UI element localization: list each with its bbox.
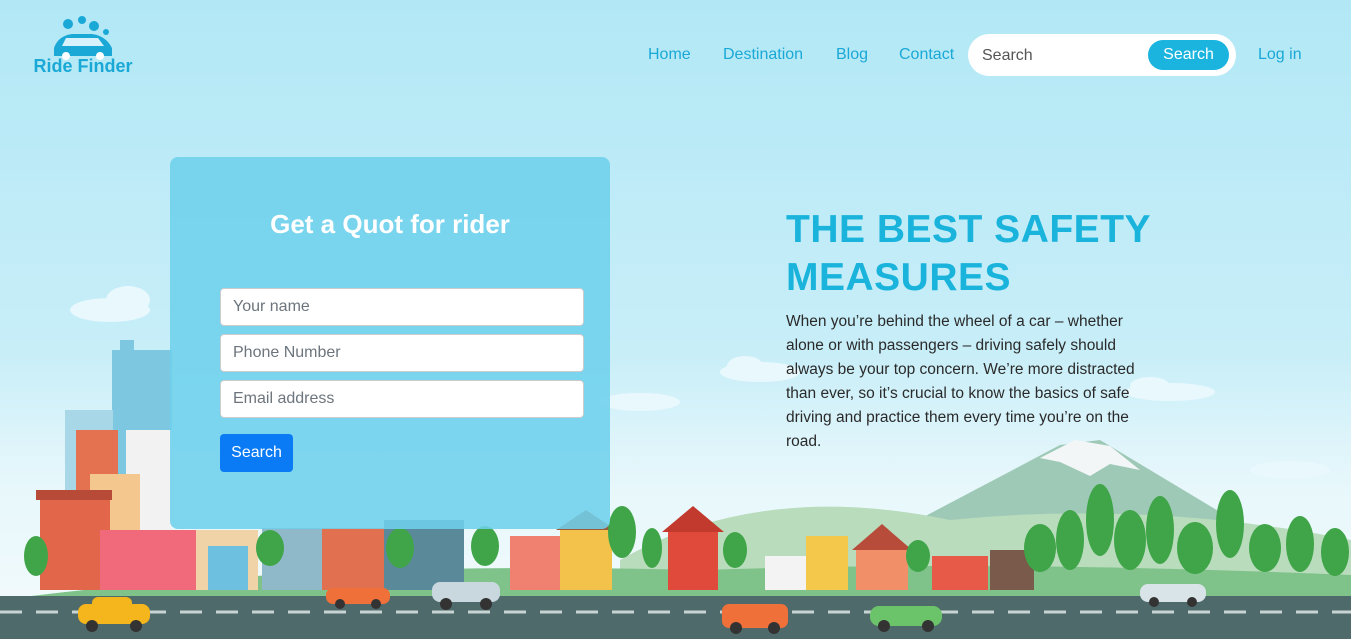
name-field[interactable] — [220, 288, 584, 326]
road — [0, 596, 1351, 639]
nav-blog[interactable]: Blog — [836, 46, 868, 64]
nav-contact[interactable]: Contact — [899, 46, 954, 64]
hero-title: THE BEST SAFETY MEASURES — [786, 208, 1151, 299]
nav-home[interactable]: Home — [648, 46, 691, 64]
brand-name: Ride Finder — [33, 56, 133, 76]
search-button[interactable]: Search — [1148, 40, 1229, 70]
nav-destination[interactable]: Destination — [723, 46, 803, 64]
login-link[interactable]: Log in — [1258, 46, 1302, 64]
brand-logo[interactable]: Ride Finder — [28, 14, 138, 77]
phone-field[interactable] — [220, 334, 584, 372]
quote-search-button[interactable]: Search — [220, 434, 293, 472]
search-bar: Search — [970, 36, 1234, 74]
hero-description: When you’re behind the wheel of a car – … — [786, 313, 1135, 450]
email-field[interactable] — [220, 380, 584, 418]
search-input[interactable] — [980, 42, 1144, 70]
car-wash-icon — [54, 16, 112, 60]
quote-form-card: Get a Quot for rider Search — [170, 157, 610, 529]
quote-form-title: Get a Quot for rider — [270, 209, 510, 239]
